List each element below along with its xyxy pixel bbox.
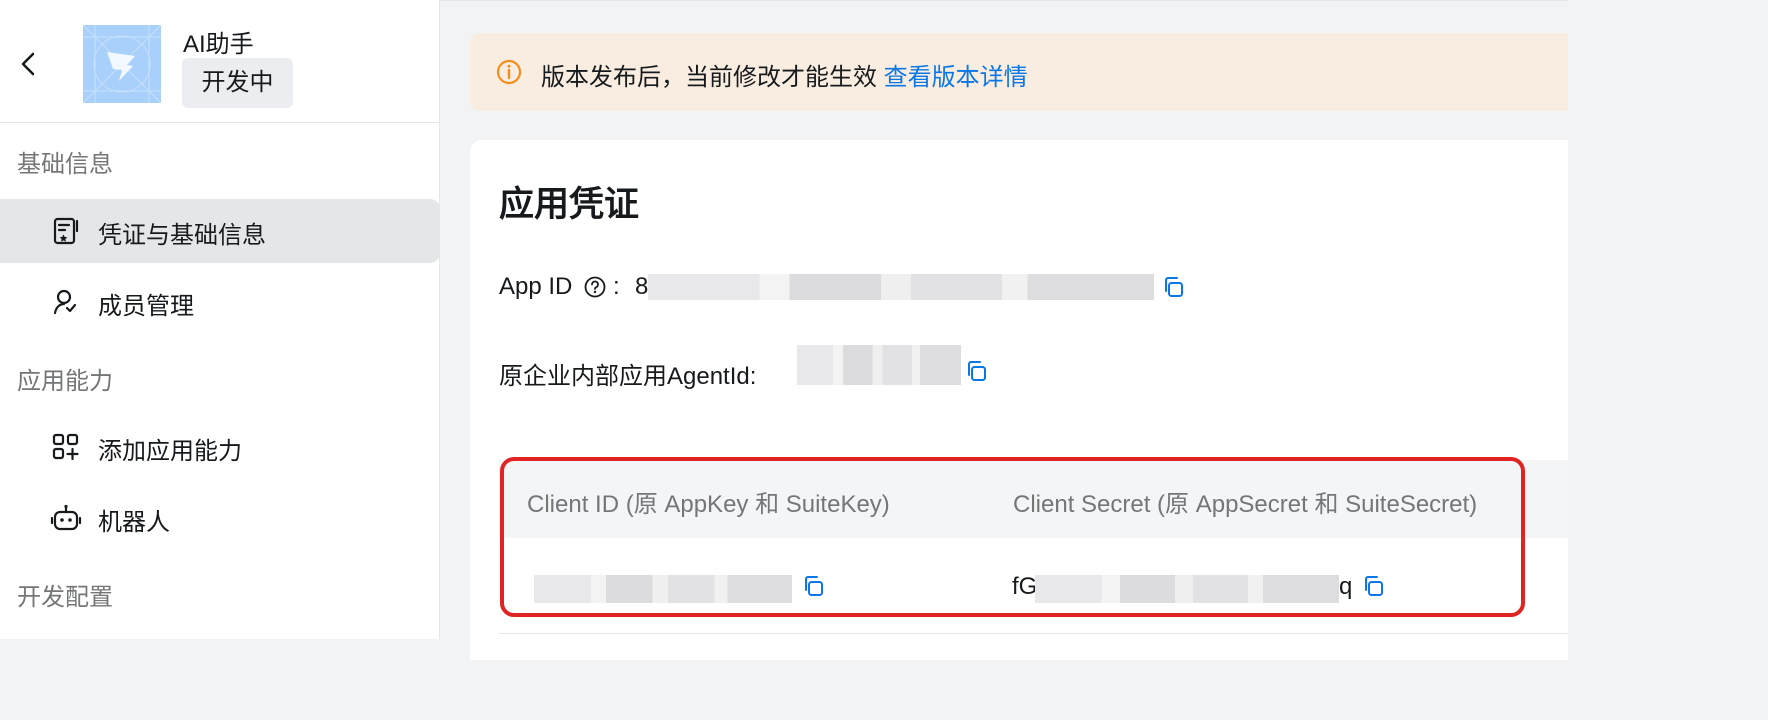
- app-id-colon: :: [613, 273, 620, 300]
- client-secret-prefix: fG: [1012, 573, 1038, 600]
- agent-id-redacted: [797, 345, 961, 385]
- credentials-card: 应用凭证 App ID : 8 原企业内部应用AgentId: Client I…: [470, 140, 1568, 660]
- copy-client-secret-icon[interactable]: [1361, 574, 1385, 598]
- sidebar-item-label: 成员管理: [98, 293, 194, 320]
- back-arrow-icon[interactable]: [18, 50, 40, 78]
- robot-icon: [50, 504, 82, 531]
- client-secret-header: Client Secret (原 AppSecret 和 SuiteSecret…: [1013, 491, 1478, 518]
- app-id-redacted: [648, 274, 1154, 300]
- client-secret-suffix: q: [1339, 573, 1353, 600]
- copy-agent-id-icon[interactable]: [964, 359, 988, 383]
- client-secret-redacted: [1035, 575, 1339, 603]
- sidebar-item-label: 凭证与基础信息: [98, 222, 266, 249]
- app-logo-icon: [83, 25, 161, 103]
- publish-notice-banner: 版本发布后，当前修改才能生效 查看版本详情: [470, 33, 1568, 111]
- help-icon[interactable]: [584, 276, 606, 298]
- group-label-dev-config: 开发配置: [17, 584, 113, 611]
- sidebar-item-add-capability[interactable]: 添加应用能力: [0, 415, 440, 479]
- table-row-divider: [499, 633, 1568, 634]
- card-title: 应用凭证: [499, 185, 640, 224]
- sidebar: AI助手 开发中 基础信息 凭证与基础信息 成员管理 应用能力 添加应用能力 机…: [0, 0, 440, 639]
- app-id-label: App ID: [499, 273, 573, 300]
- app-name: AI助手: [183, 31, 254, 58]
- copy-client-id-icon[interactable]: [801, 574, 825, 598]
- credential-icon: [53, 217, 79, 245]
- app-id-value-prefix: 8: [635, 273, 649, 300]
- add-capability-icon: [52, 433, 79, 461]
- agent-id-label: 原企业内部应用AgentId:: [499, 363, 757, 390]
- client-id-header: Client ID (原 AppKey 和 SuiteKey): [527, 491, 890, 518]
- view-version-details-link[interactable]: 查看版本详情: [884, 64, 1028, 91]
- group-label-app-capability: 应用能力: [17, 368, 113, 395]
- banner-message: 版本发布后，当前修改才能生效 查看版本详情: [541, 57, 1028, 92]
- sidebar-divider: [0, 122, 440, 123]
- sidebar-item-credentials[interactable]: 凭证与基础信息: [0, 199, 440, 263]
- client-id-redacted: [534, 575, 792, 603]
- group-label-basic-info: 基础信息: [17, 151, 113, 178]
- sidebar-item-robot[interactable]: 机器人: [0, 486, 440, 550]
- table-header: Client ID (原 AppKey 和 SuiteKey) Client S…: [499, 460, 1568, 538]
- banner-text: 版本发布后，当前修改才能生效: [541, 64, 877, 91]
- member-icon: [53, 289, 77, 315]
- client-credentials-table: Client ID (原 AppKey 和 SuiteKey) Client S…: [499, 460, 1568, 634]
- info-warning-icon: [496, 59, 522, 85]
- sidebar-item-label: 机器人: [98, 509, 170, 536]
- copy-app-id-icon[interactable]: [1161, 275, 1185, 299]
- status-badge: 开发中: [182, 58, 293, 108]
- sidebar-item-members[interactable]: 成员管理: [0, 270, 440, 334]
- sidebar-item-label: 添加应用能力: [98, 438, 242, 465]
